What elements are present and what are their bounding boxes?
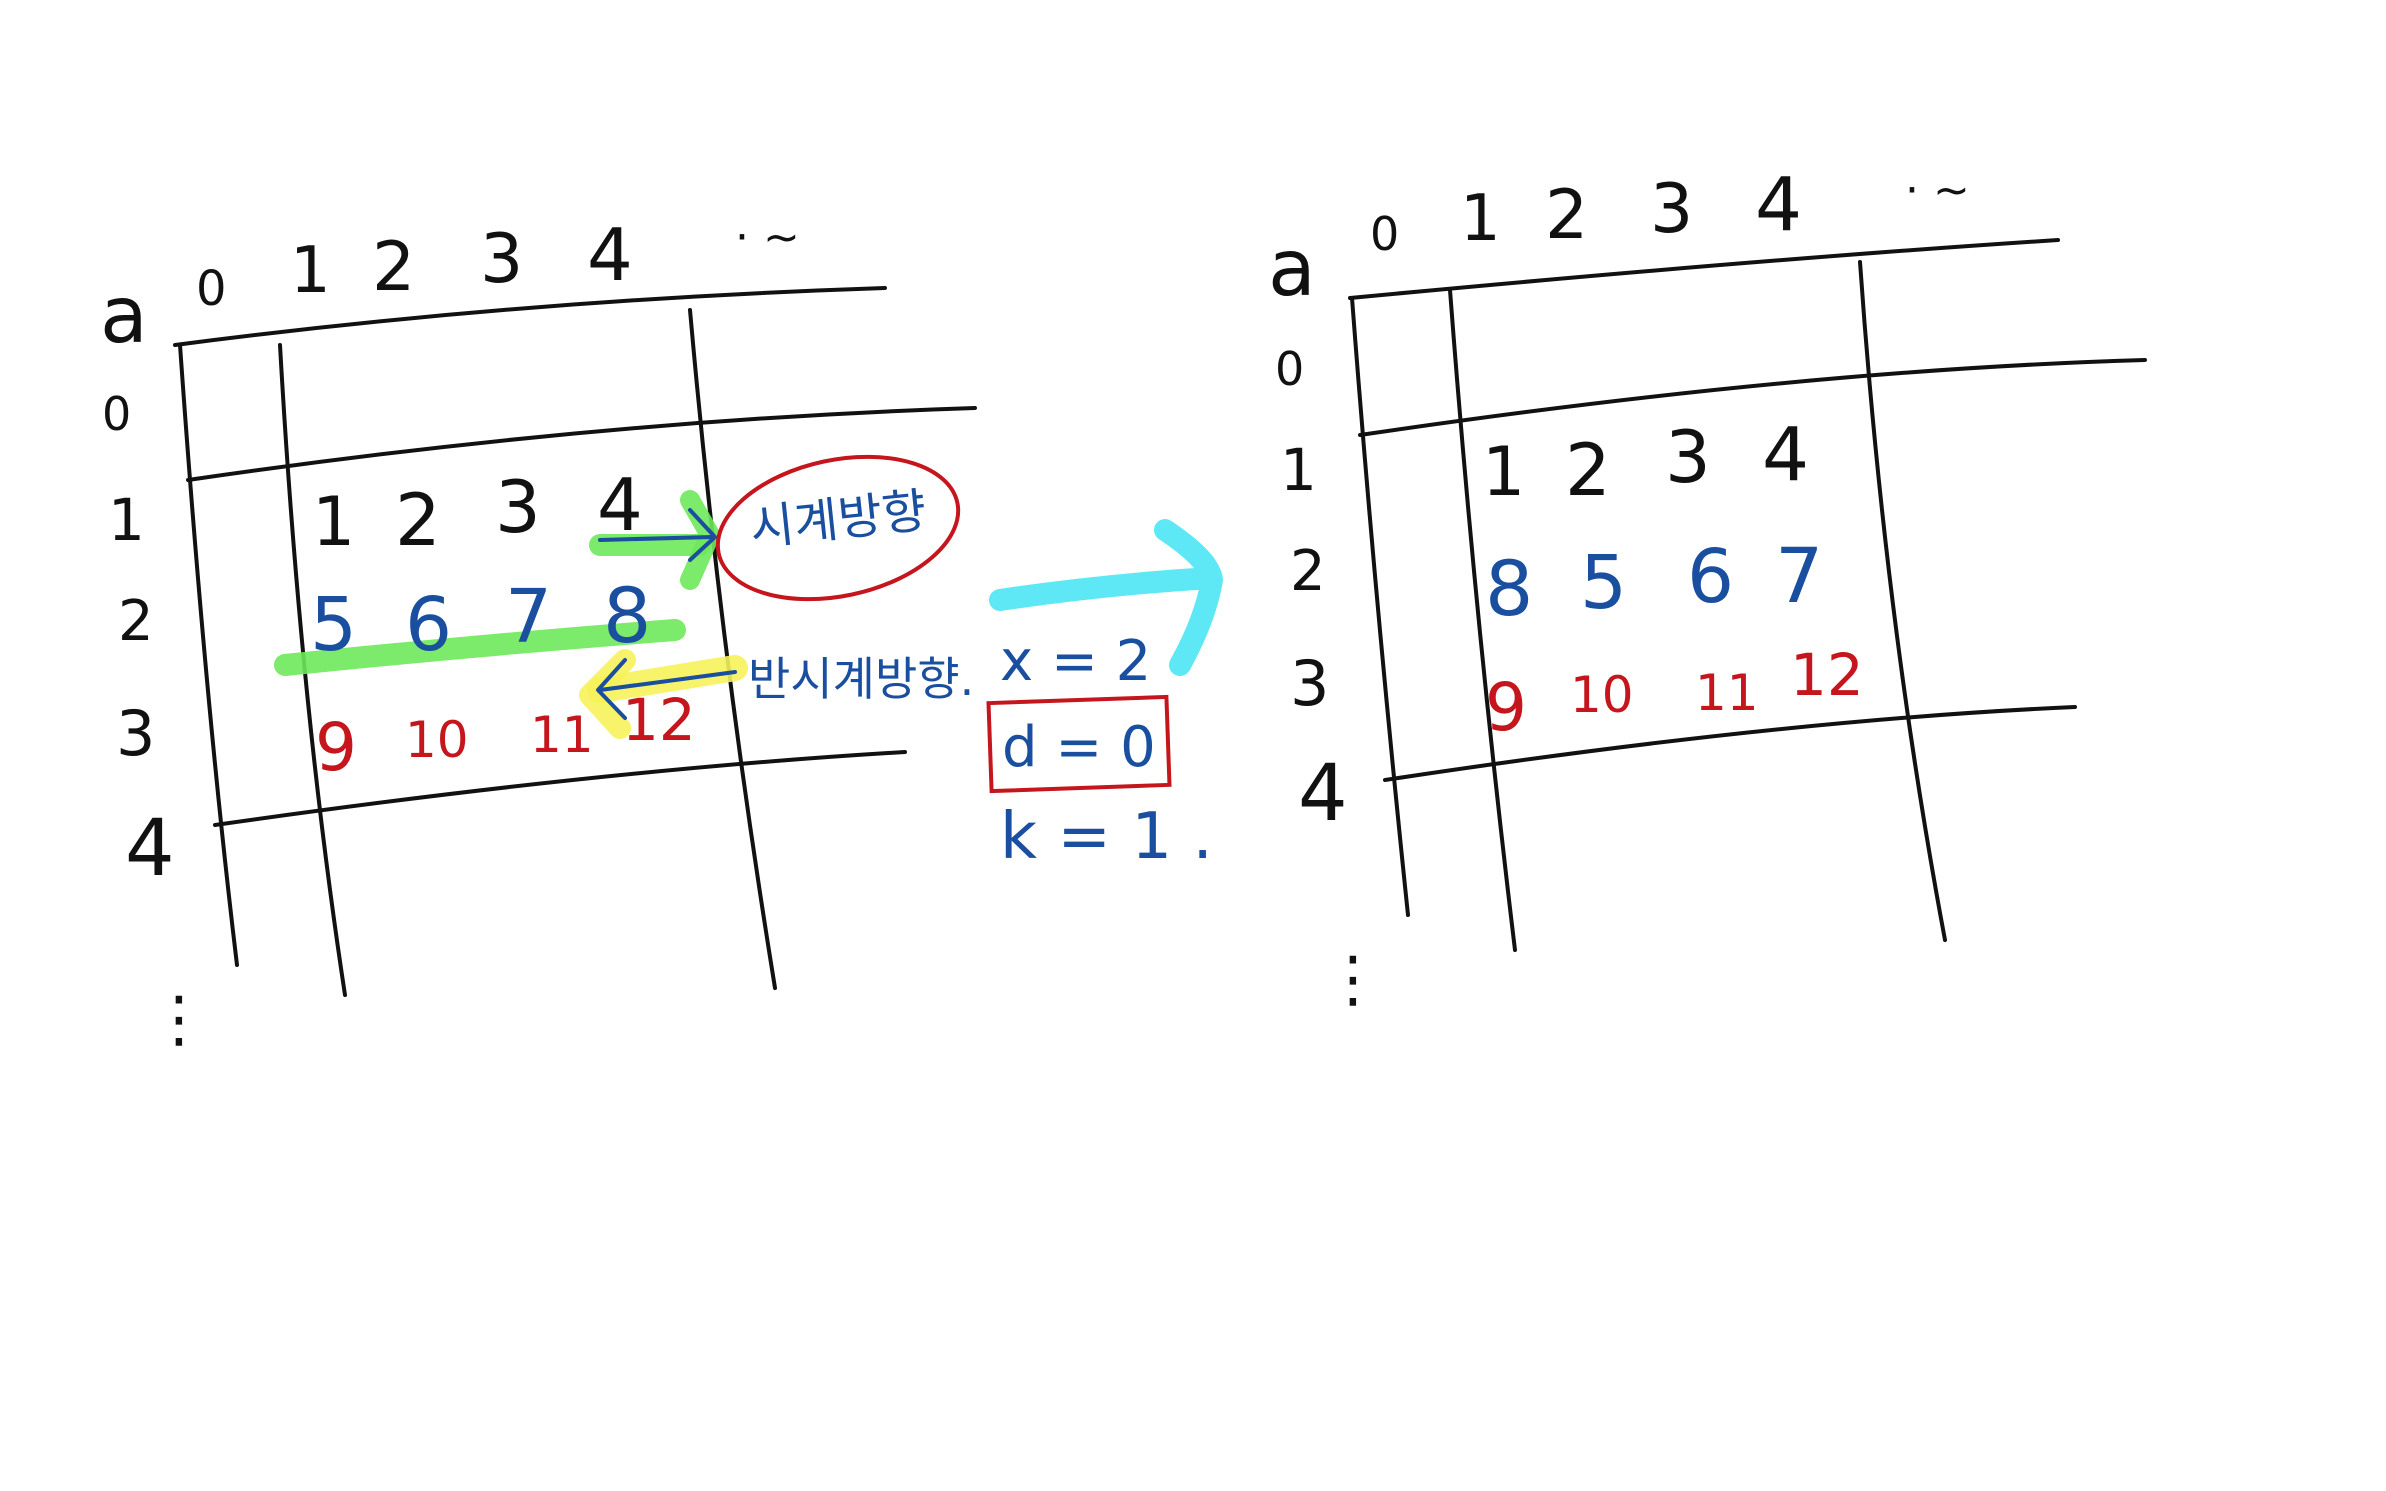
left-row-header-1: 1: [108, 486, 145, 554]
left-cell-r2-c4: 8: [603, 571, 651, 660]
right-cell-r2-c1: 8: [1485, 544, 1533, 633]
left-corner-label: a: [100, 271, 148, 361]
left-col-header-more: · ~: [735, 212, 800, 263]
right-row-header-more: ⋮: [1322, 942, 1384, 1015]
right-grid-lines: [1348, 238, 2147, 952]
whiteboard-canvas: a 0 1 2 3 4 · ~ 0 1 2 3 4 ⋮ 1 2 3 4 5 6 …: [100, 162, 2147, 1055]
right-row-header-2: 2: [1290, 539, 1326, 604]
right-col-header-3: 3: [1650, 170, 1693, 249]
right-cell-r2-c3: 6: [1687, 534, 1734, 620]
right-cell-r3-c4: 12: [1790, 641, 1864, 709]
right-col-header-1: 1: [1460, 182, 1501, 256]
param-k: k = 1 .: [1000, 800, 1213, 874]
left-cell-r1-c4: 4: [597, 463, 643, 547]
param-x: x = 2: [1000, 629, 1151, 694]
left-cell-r1-c3: 3: [495, 465, 541, 549]
right-col-header-0: 0: [1370, 207, 1399, 261]
left-col-header-2: 2: [372, 228, 415, 307]
counterclockwise-label: 반시계방향.: [748, 652, 974, 706]
left-cell-r1-c1: 1: [312, 483, 355, 562]
left-row-header-0: 0: [102, 387, 131, 441]
left-row-header-2: 2: [118, 589, 154, 654]
right-col-header-more: · ~: [1905, 165, 1970, 216]
right-cell-r1-c4: 4: [1762, 412, 1809, 498]
right-corner-label: a: [1268, 224, 1316, 314]
right-cell-r1-c2: 2: [1565, 428, 1611, 512]
left-cell-r2-c3: 7: [505, 574, 552, 660]
right-row-header-0: 0: [1275, 342, 1304, 396]
left-cell-r3-c4: 12: [622, 686, 696, 754]
clockwise-label: 시계방향: [747, 483, 929, 557]
right-row-header-4: 4: [1298, 749, 1348, 839]
right-cell-r1-c1: 1: [1482, 433, 1525, 512]
left-cell-r1-c2: 2: [395, 478, 441, 562]
right-cell-r3-c3: 11: [1695, 664, 1759, 722]
left-col-header-1: 1: [290, 234, 331, 308]
param-d: d = 0: [1002, 715, 1156, 780]
right-row-header-1: 1: [1280, 436, 1317, 504]
left-cell-r3-c3: 11: [530, 706, 594, 764]
right-col-header-2: 2: [1545, 176, 1588, 255]
right-cell-r2-c4: 7: [1775, 531, 1823, 620]
left-cell-r2-c1: 5: [310, 582, 357, 668]
left-cell-r2-c2: 6: [405, 582, 452, 668]
left-col-header-4: 4: [587, 213, 633, 297]
left-diagram: a 0 1 2 3 4 · ~ 0 1 2 3 4 ⋮ 1 2 3 4 5 6 …: [100, 212, 1213, 1055]
left-cell-r3-c1: 9: [315, 709, 357, 786]
right-col-header-4: 4: [1755, 162, 1802, 248]
right-cell-r2-c2: 5: [1580, 540, 1627, 626]
left-col-header-3: 3: [480, 220, 523, 299]
left-cell-r3-c2: 10: [405, 711, 469, 769]
right-diagram: a 0 1 2 3 4 · ~ 0 1 2 3 4 ⋮ 1 2 3 4 8 5 …: [1268, 162, 2147, 1015]
right-cell-r3-c2: 10: [1570, 666, 1634, 724]
left-col-header-0: 0: [196, 261, 227, 317]
left-row-header-4: 4: [125, 804, 175, 894]
left-row-header-more: ⋮: [148, 982, 210, 1055]
right-cell-r1-c3: 3: [1665, 415, 1711, 499]
left-row-header-3: 3: [116, 697, 155, 770]
right-row-header-3: 3: [1290, 647, 1329, 720]
right-cell-r3-c1: 9: [1485, 669, 1527, 746]
